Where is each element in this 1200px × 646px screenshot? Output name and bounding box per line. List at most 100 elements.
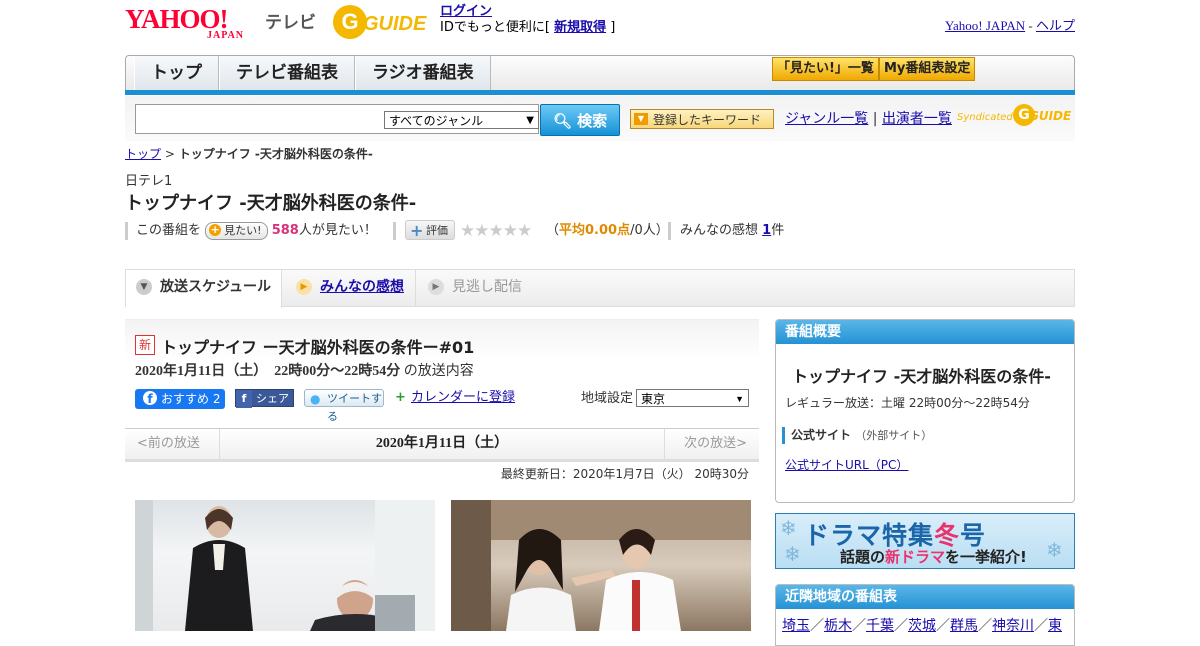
tweet-button[interactable]: ツイートする [304, 389, 384, 423]
facebook-share-button[interactable]: シェア [235, 389, 294, 408]
mitai-button-label: 見たい! [224, 223, 262, 237]
rating-avg-open: （ [546, 223, 560, 238]
kanso-count-link[interactable]: 1 [762, 223, 771, 238]
channel-name: 日テレ1 [125, 174, 173, 189]
yahoo-japan-logo[interactable]: YAHOO! JAPAN [125, 6, 261, 42]
episode-datetime: 2020年1月11日（土） 22時00分～22時54分 の放送内容 [135, 360, 474, 380]
rating-stars[interactable]: ★★★★★ [460, 220, 532, 242]
tab-kanso[interactable]: ▶ みんなの感想 [286, 270, 416, 306]
top-links: Yahoo! JAPAN - ヘルプ [945, 15, 1075, 34]
dropdown-arrow-icon: ▼ [526, 115, 534, 126]
genre-select[interactable]: すべてのジャンル ▼ [384, 111, 539, 129]
rating-avg-value: 平均0.00点 [559, 223, 631, 238]
cast-list-link[interactable]: 出演者一覧 [882, 111, 952, 127]
nav-buttons: 「見たい!」一覧 My番組表設定 [772, 57, 976, 81]
drama-special-banner[interactable]: ❄ ❄ ❄ ドラマ特集冬号 話題の新ドラマを一挙紹介! [775, 513, 1075, 569]
breadcrumb-current: トップナイフ -天才脳外科医の条件- [178, 147, 373, 161]
banner-subline: 話題の新ドラマを一挙紹介! [840, 546, 1027, 567]
login-text-prefix: IDでもっと便利に[ [440, 20, 550, 35]
triangle-down-icon: ▼ [634, 113, 648, 125]
sidebar-program-title: トップナイフ -天才脳外科医の条件- [792, 367, 1051, 386]
mitai-list-button[interactable]: 「見たい!」一覧 [772, 57, 879, 81]
divider [125, 222, 128, 240]
header: YAHOO! JAPAN テレビ G GUIDE ログイン IDでもっと便利に[… [125, 0, 1075, 50]
tv-label[interactable]: テレビ [265, 8, 316, 33]
search-button[interactable]: 🔍︎ 検索 [540, 104, 620, 136]
rating-average: （平均0.00点/0人） [546, 220, 669, 242]
kanso-prefix: みんなの感想 [680, 223, 759, 238]
tab-schedule-label: 放送スケジュール [160, 279, 272, 295]
facebook-recommend-button[interactable]: おすすめ 2 [135, 389, 225, 409]
next-broadcast-link[interactable]: 次の放送> [664, 429, 759, 459]
region-link-higashi[interactable]: 東 [1048, 618, 1062, 634]
nav-tab-tv-schedule[interactable]: テレビ番組表 [219, 56, 355, 90]
yahoo-japan-link[interactable]: Yahoo! JAPAN [945, 18, 1025, 33]
registered-keyword-button[interactable]: ▼ 登録したキーワード [630, 109, 774, 129]
breadcrumb-home[interactable]: トップ [125, 147, 161, 161]
content-tabs: ▼ 放送スケジュール ▶ みんなの感想 ▶ 見逃し配信 [125, 269, 1075, 308]
sidebar: 番組概要 トップナイフ -天才脳外科医の条件- レギュラー放送：土曜 22時00… [775, 319, 1075, 646]
calendar-link[interactable]: カレンダーに登録 [395, 389, 515, 407]
yahoo-logo-text: YAHOO! [125, 4, 229, 34]
chevron-down-icon: ▼ [136, 279, 152, 295]
region-link-saitama[interactable]: 埼玉 [782, 618, 810, 634]
search-links: ジャンル一覧 | 出演者一覧 [785, 109, 952, 129]
login-link[interactable]: ログイン [440, 4, 492, 19]
top-links-separator: - [1028, 18, 1033, 33]
gguide-logo[interactable]: G GUIDE [333, 5, 433, 41]
nav-tab-top[interactable]: トップ [134, 56, 219, 90]
rating-button-label: 評価 [426, 224, 448, 237]
login-box: ログイン IDでもっと便利に[ 新規取得 ] [440, 4, 615, 36]
episode-title: トップナイフ ー天才脳外科医の条件ー#01 [161, 338, 475, 357]
nav-tab-radio-schedule[interactable]: ラジオ番組表 [355, 56, 491, 90]
snowflake-icon: ❄ [1046, 538, 1063, 562]
episode-photo-2 [451, 500, 751, 631]
nearby-region-heading: 近隣地域の番組表 [776, 585, 1074, 609]
tab-minogashi-label: 見逃し配信 [452, 279, 522, 295]
play-icon: ▶ [296, 279, 312, 295]
syndicated-gguide-text: GUIDE [1029, 109, 1072, 123]
prev-broadcast-link[interactable]: <前の放送 [125, 429, 220, 459]
tab-schedule[interactable]: ▼ 放送スケジュール [126, 270, 282, 308]
region-link-tochigi[interactable]: 栃木 [824, 618, 852, 634]
episode-photo-2-art [451, 500, 751, 631]
tab-minogashi[interactable]: ▶ 見逃し配信 [418, 270, 538, 306]
nav-accent-bar [125, 90, 1075, 95]
global-nav: トップ テレビ番組表 ラジオ番組表 「見たい!」一覧 My番組表設定 [125, 55, 1075, 93]
day-navigation: <前の放送 2020年1月11日（土） 次の放送> [125, 428, 759, 462]
region-label: 地域設定 [581, 391, 634, 406]
rating-people: /0人） [630, 223, 669, 238]
gguide-logo-text: GUIDE [363, 13, 427, 35]
mitai-button[interactable]: 見たい! [205, 221, 268, 240]
nav-tabs: トップ テレビ番組表 ラジオ番組表 [134, 56, 491, 92]
official-site-heading: 公式サイト （外部サイト） [782, 427, 932, 444]
program-meta-row: この番組を 見たい! 588人が見たい！ 評価 ★★★★★ （平均0.00点/0… [125, 220, 1075, 242]
region-link-chiba[interactable]: 千葉 [866, 618, 894, 634]
region-select[interactable]: 東京 ▼ [636, 389, 749, 407]
banner-subline-b: 新ドラマ [885, 548, 946, 566]
official-site-link[interactable]: 公式サイトURL（PC） [785, 456, 908, 473]
tab-kanso-label: みんなの感想 [320, 279, 404, 295]
last-updated: 最終更新日：2020年1月7日（火） 20時30分 [500, 467, 749, 481]
rating-button[interactable]: 評価 [405, 220, 455, 241]
breadcrumb: トップ > トップナイフ -天才脳外科医の条件- [125, 145, 373, 162]
syndicated-text: Syndicated [957, 112, 1013, 123]
mitai-count: 588 [271, 223, 299, 238]
official-site-label: 公式サイト [791, 428, 852, 442]
region-link-kanagawa[interactable]: 神奈川 [992, 618, 1034, 634]
region-link-gunma[interactable]: 群馬 [950, 618, 978, 634]
my-schedule-button[interactable]: My番組表設定 [878, 57, 976, 81]
breadcrumb-separator: > [164, 147, 175, 161]
share-row: おすすめ 2 シェア ツイートする カレンダーに登録 地域設定 東京 ▼ [135, 389, 755, 423]
genre-list-link[interactable]: ジャンル一覧 [785, 111, 868, 127]
region-link-ibaraki[interactable]: 茨城 [908, 618, 936, 634]
yahoo-logo-sub: JAPAN [207, 30, 245, 41]
page: YAHOO! JAPAN テレビ G GUIDE ログイン IDでもっと便利に[… [125, 0, 1075, 646]
signup-link[interactable]: 新規取得 [554, 20, 606, 35]
help-link[interactable]: ヘルプ [1036, 18, 1075, 33]
login-text-suffix: ] [610, 20, 616, 35]
episode-photo-1-art [135, 500, 435, 631]
mitai-prefix: この番組を [136, 223, 202, 238]
program-overview-heading: 番組概要 [776, 320, 1074, 344]
banner-subline-c: を一挙紹介! [945, 548, 1027, 566]
